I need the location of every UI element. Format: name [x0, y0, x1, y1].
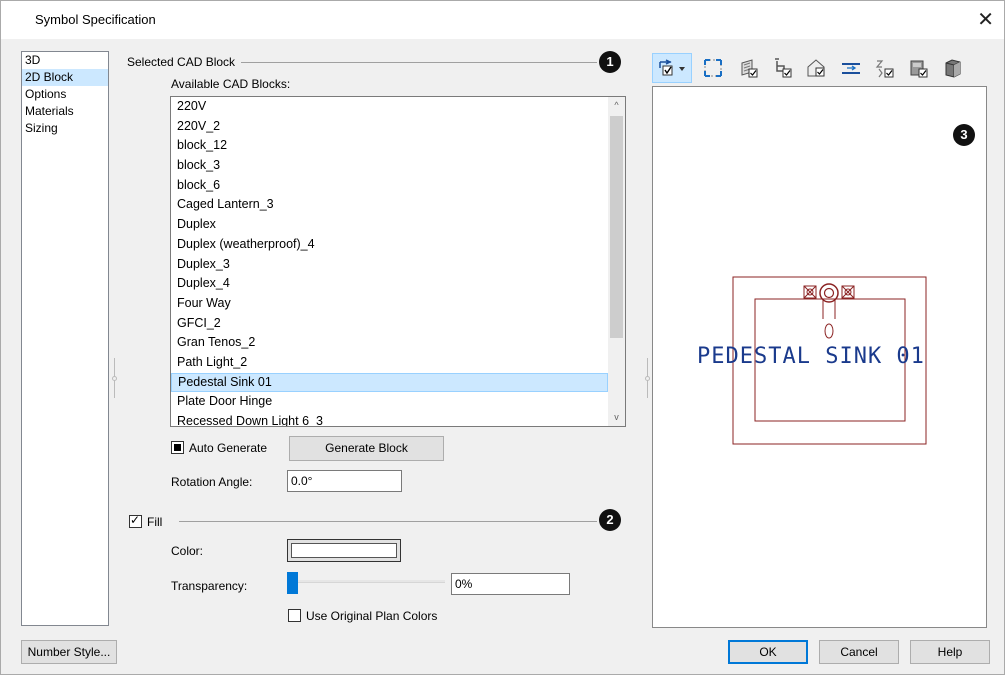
- view-walls-icon[interactable]: [734, 53, 764, 83]
- rotation-angle-label: Rotation Angle:: [171, 475, 253, 489]
- cancel-button[interactable]: Cancel: [819, 640, 899, 664]
- color-label: Color:: [171, 544, 204, 558]
- view-furniture-icon[interactable]: [768, 53, 798, 83]
- preview-toolbar: [652, 53, 992, 83]
- list-item[interactable]: Plate Door Hinge: [171, 392, 608, 412]
- transparency-slider-thumb[interactable]: [287, 572, 298, 594]
- right-splitter[interactable]: [645, 358, 650, 398]
- title-bar: Symbol Specification ✕: [1, 1, 1004, 39]
- view-house-icon[interactable]: [802, 53, 832, 83]
- scroll-thumb[interactable]: [610, 116, 623, 338]
- scroll-down-icon[interactable]: v: [608, 409, 625, 426]
- callout-badge-1: 1: [599, 51, 621, 73]
- nav-item-2d-block[interactable]: 2D Block: [22, 69, 108, 86]
- list-scrollbar[interactable]: ^ v: [608, 97, 625, 426]
- generate-block-button[interactable]: Generate Block: [289, 436, 444, 461]
- available-blocks-label: Available CAD Blocks:: [171, 77, 291, 91]
- symbol-label-text: PEDESTAL SINK 01: [697, 344, 925, 369]
- dialog-title: Symbol Specification: [35, 12, 156, 27]
- list-item[interactable]: Gran Tenos_2: [171, 333, 608, 353]
- nav-item-sizing[interactable]: Sizing: [22, 120, 108, 137]
- list-item[interactable]: 220V_2: [171, 117, 608, 137]
- block-preview-pane[interactable]: 3 PEDESTAL SINK 01: [652, 86, 987, 628]
- color-swatch: [291, 543, 397, 558]
- rotation-angle-field[interactable]: 0.0°: [287, 470, 402, 492]
- view-ceiling-icon[interactable]: [836, 53, 866, 83]
- nav-item-options[interactable]: Options: [22, 86, 108, 103]
- fill-color-button[interactable]: [287, 539, 401, 562]
- auto-generate-label: Auto Generate: [189, 441, 268, 455]
- transparency-field[interactable]: 0%: [451, 573, 570, 595]
- list-item[interactable]: block_3: [171, 156, 608, 176]
- fill-checkbox[interactable]: [129, 513, 142, 528]
- group-divider: [241, 62, 597, 63]
- scroll-up-icon[interactable]: ^: [608, 97, 625, 114]
- available-blocks-list[interactable]: 220V 220V_2 block_12 block_3 block_6 Cag…: [170, 96, 626, 427]
- help-button[interactable]: Help: [910, 640, 990, 664]
- list-item[interactable]: Duplex: [171, 215, 608, 235]
- nav-item-materials[interactable]: Materials: [22, 103, 108, 120]
- list-item[interactable]: GFCI_2: [171, 314, 608, 334]
- use-original-colors-label: Use Original Plan Colors: [306, 609, 438, 623]
- list-item[interactable]: Recessed Down Light 6_3: [171, 412, 608, 426]
- list-item-selected[interactable]: Pedestal Sink 01: [171, 372, 608, 393]
- fill-divider: [179, 521, 597, 522]
- category-list[interactable]: 3D 2D Block Options Materials Sizing: [21, 51, 109, 626]
- orbit-dropdown-icon[interactable]: [652, 53, 692, 83]
- ok-button[interactable]: OK: [728, 640, 808, 664]
- view-cabinet-icon[interactable]: [904, 53, 934, 83]
- auto-generate-checkbox[interactable]: [171, 441, 184, 454]
- callout-badge-2: 2: [599, 509, 621, 531]
- list-item[interactable]: Duplex_3: [171, 255, 608, 275]
- list-item[interactable]: block_12: [171, 136, 608, 156]
- fill-window-icon[interactable]: [698, 53, 728, 83]
- list-item[interactable]: 220V: [171, 97, 608, 117]
- number-style-button[interactable]: Number Style...: [21, 640, 117, 664]
- transparency-slider-track[interactable]: [289, 580, 445, 583]
- list-item[interactable]: Duplex (weatherproof)_4: [171, 235, 608, 255]
- nav-item-3d[interactable]: 3D: [22, 52, 108, 69]
- fill-label: Fill: [147, 515, 163, 529]
- use-original-colors-checkbox[interactable]: [288, 609, 301, 622]
- list-item[interactable]: Path Light_2: [171, 353, 608, 373]
- list-item[interactable]: Four Way: [171, 294, 608, 314]
- list-item[interactable]: block_6: [171, 176, 608, 196]
- view-xyz-icon[interactable]: [870, 53, 900, 83]
- view-solid-icon[interactable]: [938, 53, 968, 83]
- left-splitter[interactable]: [112, 358, 117, 398]
- transparency-label: Transparency:: [171, 579, 248, 593]
- close-icon[interactable]: ✕: [977, 7, 994, 32]
- symbol-specification-dialog: Symbol Specification ✕ 3D 2D Block Optio…: [0, 0, 1005, 675]
- list-item[interactable]: Caged Lantern_3: [171, 195, 608, 215]
- selected-cad-block-label: Selected CAD Block: [127, 55, 236, 69]
- list-item[interactable]: Duplex_4: [171, 274, 608, 294]
